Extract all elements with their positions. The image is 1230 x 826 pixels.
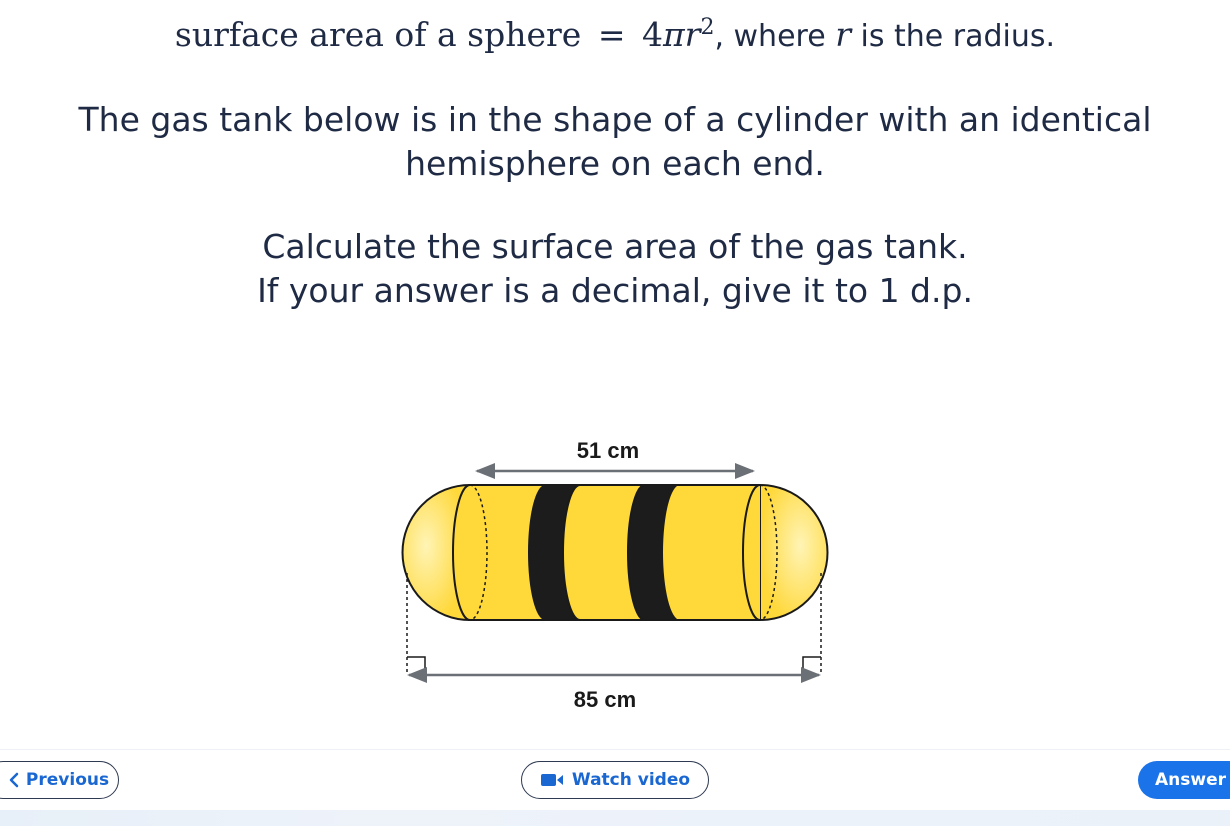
formula-line: surface area of a sphere = 4πr2, where r…	[0, 6, 1230, 59]
footer-band	[0, 810, 1230, 826]
watch-video-label: Watch video	[571, 770, 691, 790]
instruction-line-2: If your answer is a decimal, give it to …	[257, 271, 973, 310]
formula-equals: =	[597, 15, 626, 54]
footer-bar: Previous Watch video Answer	[0, 749, 1230, 826]
previous-button[interactable]: Previous	[0, 761, 119, 799]
video-camera-icon	[540, 774, 563, 786]
question-line-2: hemisphere on each end.	[405, 144, 825, 183]
formula-pi: π	[662, 15, 685, 54]
gas-tank-diagram: 51 cm 85 cm	[401, 438, 829, 712]
instruction-line-1: Calculate the surface area of the gas ta…	[262, 227, 968, 266]
question-line-1: The gas tank below is in the shape of a …	[78, 100, 1152, 139]
right-hemisphere	[759, 483, 829, 622]
tank-body	[401, 483, 829, 622]
formula-coefficient: 4	[641, 15, 663, 54]
watch-video-button[interactable]: Watch video	[521, 761, 709, 799]
formula-mid-text: , where	[714, 19, 836, 54]
right-right-angle-mark	[802, 656, 821, 675]
left-right-angle-mark	[407, 656, 426, 675]
formula-prefix: surface area of a sphere	[174, 15, 582, 54]
bottom-dimension-label: 85 cm	[574, 687, 636, 712]
answer-button-label: Answer	[1155, 770, 1226, 790]
top-dimension-label: 51 cm	[577, 438, 639, 463]
formula-exponent: 2	[700, 15, 715, 40]
chevron-left-icon	[9, 772, 19, 788]
formula-suffix: is the radius.	[850, 19, 1056, 54]
answer-button[interactable]: Answer	[1138, 761, 1230, 799]
previous-button-label: Previous	[25, 770, 110, 790]
formula-variable-2: r	[835, 15, 851, 54]
formula-variable: r	[684, 15, 701, 54]
